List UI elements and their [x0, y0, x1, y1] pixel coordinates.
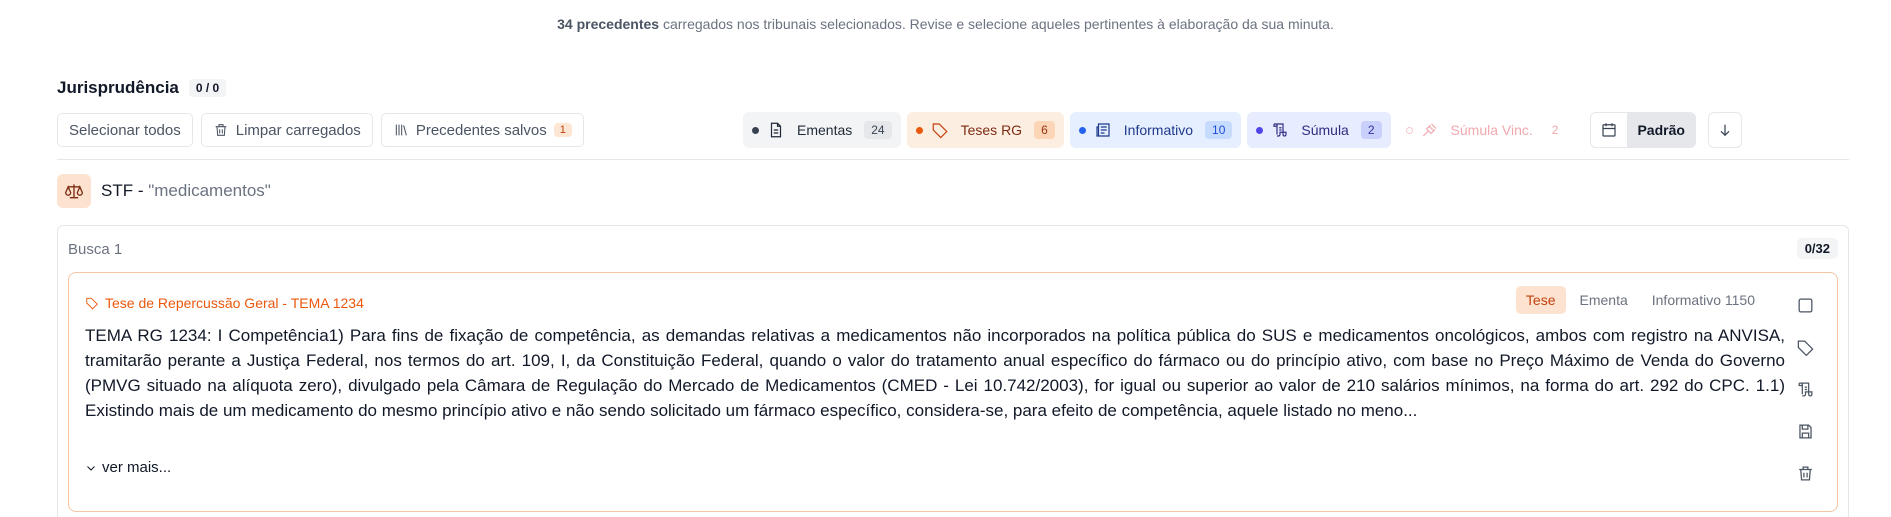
- filter-count: 2: [1360, 121, 1382, 139]
- section-header: Jurisprudência 0 / 0: [57, 78, 227, 98]
- divider: [57, 159, 1849, 160]
- saved-precedents-button[interactable]: Precedentes salvos 1: [380, 113, 584, 147]
- gavel-icon: [1422, 123, 1436, 137]
- tag-icon: [1797, 340, 1814, 356]
- toolbar: Selecionar todos Limpar carregados Prece…: [57, 113, 584, 147]
- save-icon: [1798, 424, 1812, 438]
- trash-icon: [215, 124, 227, 136]
- calendar-icon[interactable]: [1591, 113, 1627, 147]
- chevron-down-icon: [87, 465, 95, 471]
- court-query: "medicamentos": [148, 181, 271, 200]
- filter-sumula-vinculante[interactable]: Súmula Vinc. 2: [1396, 112, 1575, 148]
- document-icon: [770, 122, 782, 138]
- results-count: 34 precedentes: [557, 16, 660, 32]
- filter-sumula[interactable]: Súmula 2: [1247, 112, 1391, 148]
- select-all-label: Selecionar todos: [69, 121, 181, 139]
- save-button[interactable]: [1795, 421, 1815, 441]
- sort-mode-padrao[interactable]: Padrão: [1627, 113, 1695, 147]
- saved-count-badge: 1: [553, 123, 572, 137]
- trash-icon: [1798, 466, 1812, 480]
- search-group-count: 0/32: [1796, 238, 1838, 259]
- clear-loaded-label: Limpar carregados: [235, 121, 361, 139]
- arrow-down-icon: [1720, 124, 1730, 137]
- filter-ementas[interactable]: Ementas 24: [743, 112, 901, 148]
- filter-label: Súmula: [1301, 122, 1349, 138]
- delete-button[interactable]: [1795, 463, 1815, 483]
- filter-count: 6: [1034, 121, 1055, 139]
- scroll-icon: [1798, 382, 1812, 396]
- tag-icon: [86, 297, 98, 310]
- active-dot: [1078, 126, 1086, 134]
- see-more-label: ver mais...: [102, 459, 172, 476]
- filter-count: 24: [864, 121, 892, 139]
- sumula-button[interactable]: [1795, 379, 1815, 399]
- filter-count: 2: [1551, 123, 1559, 137]
- card-actions: [1795, 295, 1815, 483]
- scale-icon: [57, 174, 91, 208]
- tag-icon: [932, 123, 948, 139]
- court-header: STF - "medicamentos": [57, 174, 271, 208]
- tab-ementa[interactable]: Ementa: [1570, 286, 1638, 314]
- section-title: Jurisprudência: [57, 78, 179, 97]
- tab-tese[interactable]: Tese: [1515, 286, 1566, 314]
- sort-control[interactable]: Padrão: [1590, 112, 1696, 148]
- search-group-title: Busca 1: [68, 241, 123, 258]
- scroll-icon: [1273, 123, 1287, 137]
- court-name: STF: [101, 181, 134, 200]
- checkbox-icon: [1798, 298, 1812, 312]
- precedent-tabs: Tese Ementa Informativo 1150: [1515, 286, 1765, 314]
- library-icon: [395, 124, 407, 136]
- filter-informativo[interactable]: Informativo 10: [1069, 112, 1242, 148]
- tab-informativo[interactable]: Informativo 1150: [1642, 286, 1765, 314]
- precedent-text: TEMA RG 1234: I Competência1) Para fins …: [85, 326, 1785, 420]
- active-dot: [1256, 126, 1264, 134]
- court-separator: -: [133, 181, 149, 200]
- precedent-type-tag: Tese de Repercussão Geral - TEMA 1234: [85, 295, 364, 311]
- type-filters: Ementas 24 Teses RG 6 Informativo 10 Súm…: [743, 112, 1742, 148]
- newspaper-icon: [1096, 123, 1110, 137]
- filter-label: Ementas: [797, 122, 853, 138]
- clear-loaded-button[interactable]: Limpar carregados: [200, 113, 373, 147]
- search-group: Busca 1 0/32 Tese de Repercussão Geral -…: [57, 225, 1849, 517]
- filter-label: Informativo: [1123, 122, 1194, 138]
- precedent-card[interactable]: Tese de Repercussão Geral - TEMA 1234 Te…: [68, 272, 1838, 512]
- precedent-type-label: Tese de Repercussão Geral - TEMA 1234: [105, 295, 364, 311]
- tag-button[interactable]: [1795, 337, 1815, 357]
- court-title: STF - "medicamentos": [101, 181, 271, 201]
- select-all-button[interactable]: Selecionar todos: [57, 113, 193, 147]
- saved-precedents-label: Precedentes salvos: [415, 121, 547, 139]
- sort-direction-button[interactable]: [1707, 112, 1742, 148]
- select-checkbox[interactable]: [1795, 295, 1815, 315]
- see-more-link[interactable]: ver mais...: [85, 459, 171, 476]
- inactive-dot: [1405, 126, 1413, 134]
- selected-count-badge: 0 / 0: [188, 79, 227, 97]
- filter-teses-rg[interactable]: Teses RG 6: [906, 112, 1064, 148]
- filter-label: Teses RG: [960, 122, 1023, 138]
- active-dot: [915, 126, 923, 134]
- results-summary: 34 precedentes carregados nos tribunais …: [0, 16, 1891, 32]
- filter-count: 10: [1205, 121, 1233, 139]
- filter-label: Súmula Vinc.: [1450, 122, 1533, 138]
- active-dot: [752, 126, 759, 134]
- results-summary-text: carregados nos tribunais selecionados. R…: [659, 16, 1334, 32]
